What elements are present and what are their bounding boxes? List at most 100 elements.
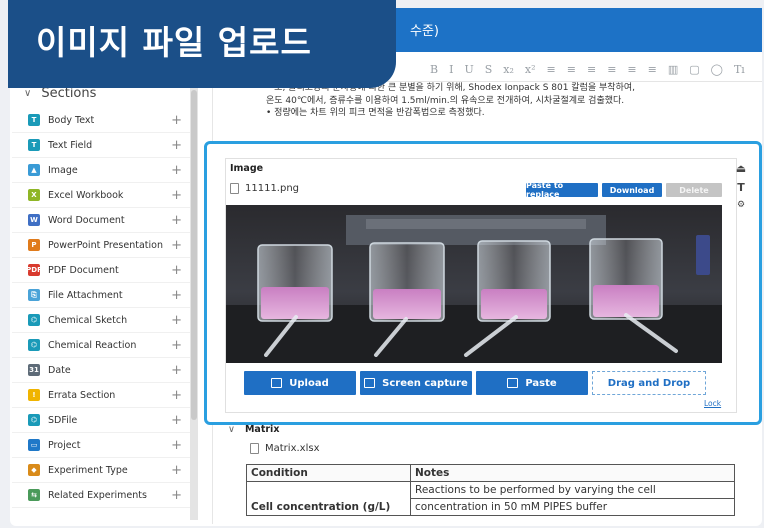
upload-icon (271, 378, 283, 388)
add-section-icon[interactable]: + (171, 363, 182, 378)
chevron-down-icon: ∨ (228, 424, 235, 435)
toolbar-button[interactable]: Tı (734, 63, 745, 76)
toolbar-button[interactable]: ▢ (689, 63, 699, 76)
add-section-icon[interactable]: + (171, 188, 182, 203)
sidebar-item-sdfile[interactable]: ⌬ SDFile + (12, 408, 192, 433)
sidebar-item-pdf-document[interactable]: PDF PDF Document + (12, 258, 192, 283)
calendar-icon: 31 (28, 364, 40, 376)
sidebar-item-label: Body Text (48, 114, 95, 126)
table-cell-line: concentration in 50 mM PIPES buffer (411, 498, 734, 513)
warning-icon: ! (28, 389, 40, 401)
file-icon (230, 183, 239, 194)
settings-icon[interactable]: ⚙ (737, 200, 745, 210)
image-section-heading: Image (230, 163, 264, 174)
sidebar-scrollbar-thumb[interactable] (191, 90, 197, 420)
sidebar-item-related-experiments[interactable]: ⇆ Related Experiments + (12, 483, 192, 508)
add-section-icon[interactable]: + (171, 113, 182, 128)
add-section-icon[interactable]: + (171, 488, 182, 503)
sidebar-item-label: Experiment Type (48, 464, 128, 476)
text-field-icon: T (28, 139, 40, 151)
sidebar-item-label: Date (48, 364, 71, 376)
sidebar-item-excel-workbook[interactable]: X Excel Workbook + (12, 183, 192, 208)
toolbar-button[interactable]: I (449, 63, 453, 76)
sidebar-item-errata-section[interactable]: ! Errata Section + (12, 383, 192, 408)
sidebar-item-project[interactable]: ▭ Project + (12, 433, 192, 458)
paste-to-replace-button[interactable]: Paste to replace (526, 181, 598, 199)
paste-button[interactable]: Paste (476, 371, 588, 395)
chemical-sketch-icon: ⌬ (28, 314, 40, 326)
pdf-icon: PDF (26, 264, 42, 276)
toolbar-button[interactable]: U (464, 63, 473, 76)
toolbar-button[interactable]: ◯ (711, 63, 723, 76)
column-header: Condition (246, 464, 411, 482)
matrix-table: Condition Notes Cell concentration (g/L)… (246, 464, 735, 516)
beakers-photo (226, 205, 722, 363)
toolbar-button[interactable]: ≡ (587, 63, 596, 76)
add-section-icon[interactable]: + (171, 413, 182, 428)
sections-header[interactable]: ∨ Sections (24, 86, 96, 101)
add-section-icon[interactable]: + (171, 463, 182, 478)
add-section-icon[interactable]: + (171, 138, 182, 153)
toolbar-button[interactable]: ≡ (627, 63, 636, 76)
toolbar-button[interactable]: ≡ (648, 63, 657, 76)
toolbar-button[interactable]: ≡ (547, 63, 556, 76)
download-button[interactable]: Download (602, 183, 662, 197)
add-section-icon[interactable]: + (171, 338, 182, 353)
text-style-icon[interactable]: T (737, 181, 745, 194)
add-section-icon[interactable]: + (171, 313, 182, 328)
text-icon: T (28, 114, 40, 126)
sidebar-item-date[interactable]: 31 Date + (12, 358, 192, 383)
sidebar-item-image[interactable]: ▲ Image + (12, 158, 192, 183)
toolbar-button[interactable]: B (430, 63, 438, 76)
body-text-line: 온도 40℃에서, 증류수를 이용하여 1.5ml/min.의 유속으로 전개하… (266, 95, 625, 106)
sidebar-item-chemical-reaction[interactable]: ⌬ Chemical Reaction + (12, 333, 192, 358)
sidebar-item-experiment-type[interactable]: ◆ Experiment Type + (12, 458, 192, 483)
editor-header-title: 수준) (410, 24, 439, 39)
sidebar-item-file-attachment[interactable]: ⎘ File Attachment + (12, 283, 192, 308)
column-header: Notes (410, 464, 735, 482)
add-section-icon[interactable]: + (171, 238, 182, 253)
add-section-icon[interactable]: + (171, 438, 182, 453)
add-section-icon[interactable]: + (171, 388, 182, 403)
word-icon: W (28, 214, 40, 226)
add-section-icon[interactable]: + (171, 213, 182, 228)
image-section-panel: Image 11111.png Paste to replace Downloa… (225, 158, 737, 413)
toolbar-button[interactable]: ≡ (567, 63, 576, 76)
add-section-icon[interactable]: + (171, 263, 182, 278)
sidebar-item-label: PowerPoint Presentation (48, 239, 163, 251)
toolbar-button[interactable]: x² (525, 63, 536, 76)
tag-icon: ◆ (28, 464, 40, 476)
sidebar-item-word-document[interactable]: W Word Document + (12, 208, 192, 233)
paste-label: Paste (525, 377, 557, 389)
add-section-icon[interactable]: + (171, 288, 182, 303)
sidebar-item-body-text[interactable]: T Body Text + (12, 108, 192, 133)
stamp-icon[interactable]: ⏏ (736, 162, 746, 175)
lock-link[interactable]: Lock (704, 399, 721, 408)
sidebar-item-label: File Attachment (48, 289, 123, 301)
toolbar-button[interactable]: ▥ (668, 63, 678, 76)
matrix-section-header[interactable]: ∨ Matrix (228, 424, 279, 435)
related-icon: ⇆ (28, 489, 40, 501)
screen-capture-button[interactable]: Screen capture (360, 371, 472, 395)
excel-icon: X (28, 189, 40, 201)
add-section-icon[interactable]: + (171, 163, 182, 178)
toolbar-button[interactable]: S (485, 63, 493, 76)
matrix-filename: Matrix.xlsx (265, 443, 320, 454)
image-filename: 11111.png (245, 183, 300, 194)
sdfile-icon: ⌬ (28, 414, 40, 426)
sidebar-item-label: PDF Document (48, 264, 119, 276)
sidebar-item-text-field[interactable]: T Text Field + (12, 133, 192, 158)
toolbar-button[interactable]: x₂ (503, 63, 514, 76)
matrix-file-row[interactable]: Matrix.xlsx (250, 443, 320, 454)
table-cell: Reactions to be performed by varying the… (410, 481, 735, 516)
toolbar-button[interactable]: ≡ (607, 63, 616, 76)
sidebar-item-label: Excel Workbook (48, 189, 124, 201)
delete-button[interactable]: Delete (666, 183, 722, 197)
upload-button[interactable]: Upload (244, 371, 356, 395)
sidebar-item-chemical-sketch[interactable]: ⌬ Chemical Sketch + (12, 308, 192, 333)
drag-and-drop-zone[interactable]: Drag and Drop (592, 371, 706, 395)
sidebar-item-label: Image (48, 164, 78, 176)
body-text-line: • 정량에는 차트 위의 피크 면적을 반감폭법으로 측정했다. (266, 108, 485, 118)
sidebar-item-powerpoint-presentation[interactable]: P PowerPoint Presentation + (12, 233, 192, 258)
sections-list: T Body Text + T Text Field + ▲ Image + X Excel Wor… (12, 108, 192, 508)
